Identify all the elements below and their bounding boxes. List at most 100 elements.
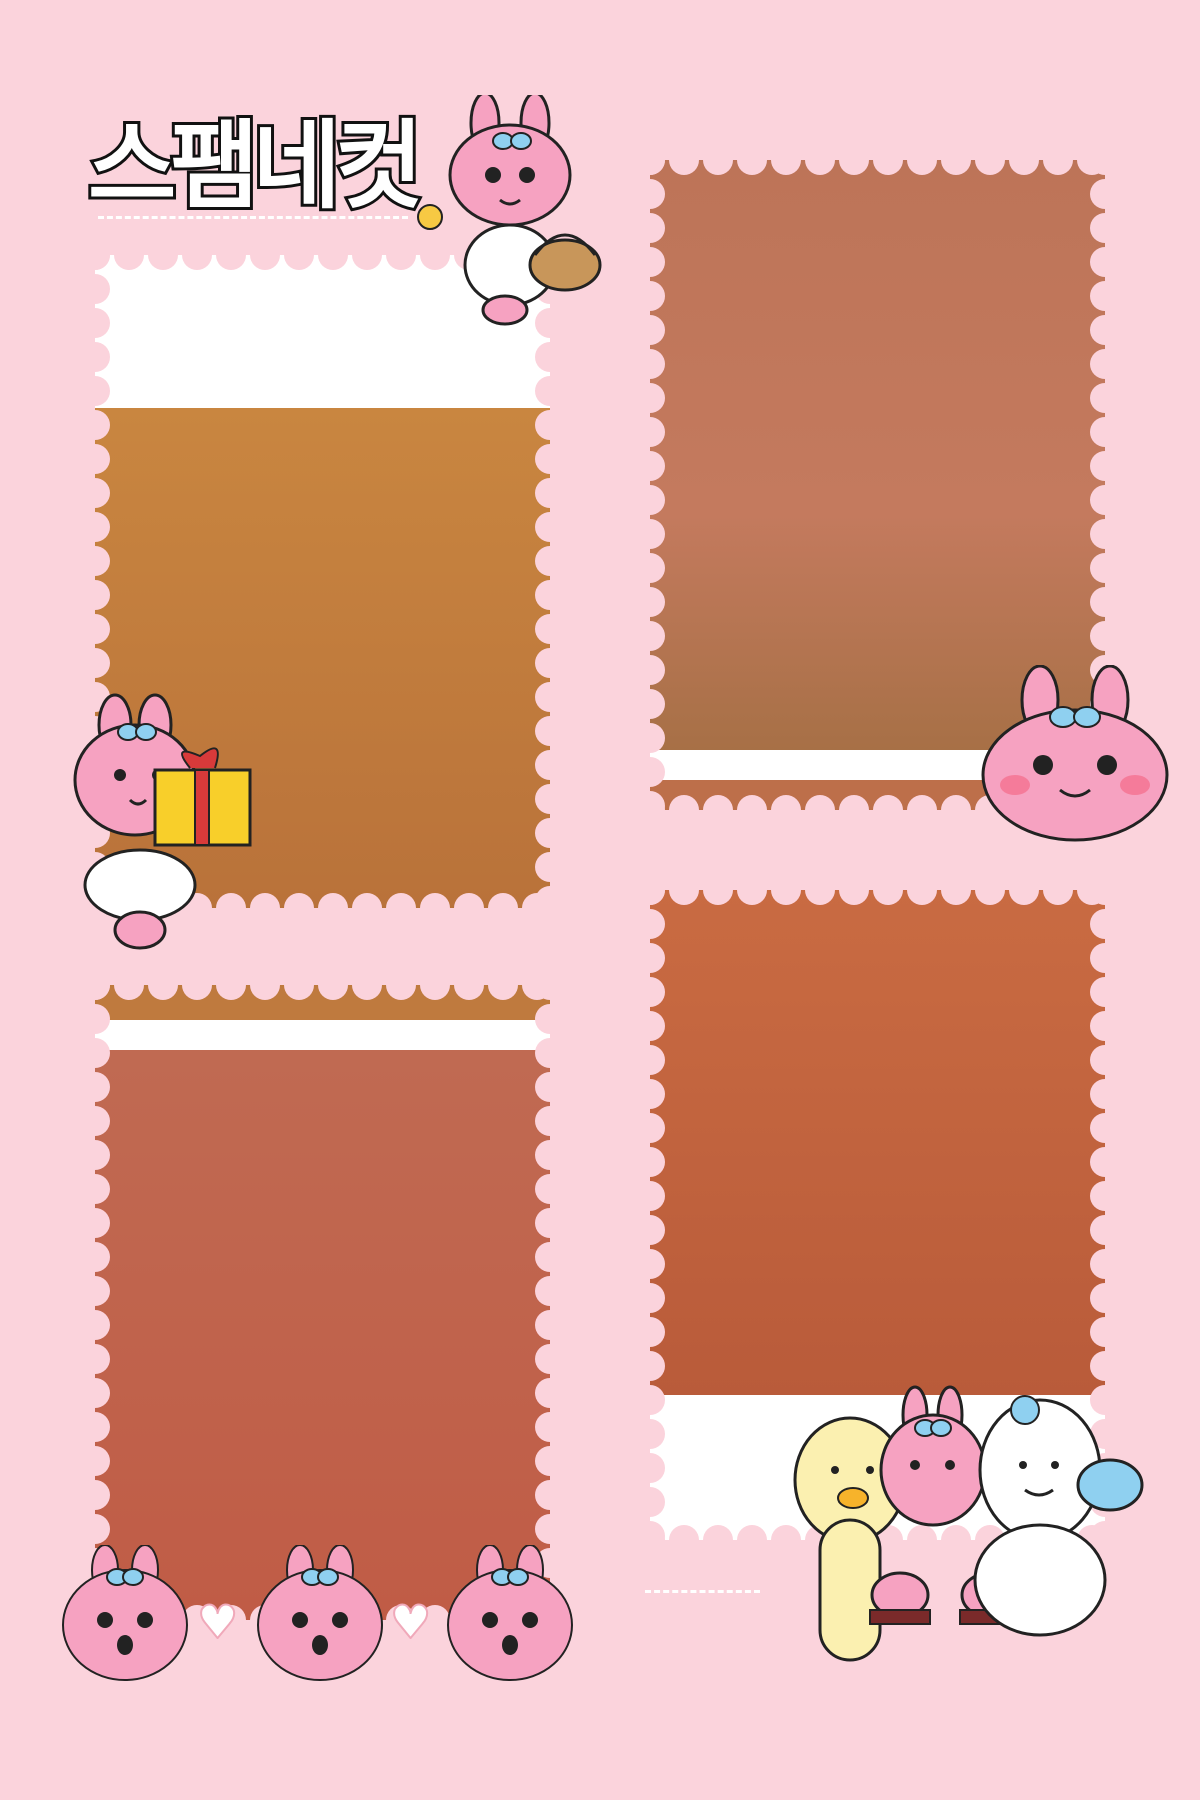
scallop-edge (80, 1446, 110, 1476)
scallop-edge (352, 893, 382, 923)
scallop-edge (148, 240, 178, 270)
scallop-edge (703, 1525, 733, 1555)
scallop-edge (535, 614, 565, 644)
scallop-edge (80, 308, 110, 338)
scallop-edge (635, 1317, 665, 1347)
scallop-edge (635, 1147, 665, 1177)
scallop-edge (535, 512, 565, 542)
scallop-edge (80, 580, 110, 610)
scallop-edge (80, 1140, 110, 1170)
scallop-edge (635, 875, 665, 905)
scallop-edge (535, 1140, 565, 1170)
scallop-edge (635, 1487, 665, 1517)
scallop-edge (80, 342, 110, 372)
bottom-left-stickers: ♥ ♥ (55, 1545, 575, 1695)
scallop-edge (635, 1011, 665, 1041)
scallop-edge (80, 512, 110, 542)
scallop-edge (1090, 519, 1120, 549)
scallop-edge (635, 1385, 665, 1415)
scallop-edge (839, 875, 869, 905)
scallop-edge (1090, 485, 1120, 515)
scallop-edge (216, 240, 246, 270)
scallop-edge (839, 795, 869, 825)
friends-group-icon (793, 1385, 1144, 1662)
scallop-edge (873, 875, 903, 905)
scallop-edge (1090, 621, 1120, 651)
scallop-edge (805, 145, 835, 175)
scallop-edge (737, 875, 767, 905)
scallop-edge (535, 1106, 565, 1136)
scallop-edge (1090, 1147, 1120, 1177)
scallop-edge (535, 682, 565, 712)
scallop-edge (352, 240, 382, 270)
scallop-edge (1090, 349, 1120, 379)
scallop-edge (1090, 213, 1120, 243)
scallop-edge (535, 1242, 565, 1272)
scallop-edge (535, 648, 565, 678)
scallop-edge (1090, 1283, 1120, 1313)
scallop-edge (488, 893, 518, 923)
scallop-edge (535, 1208, 565, 1238)
scallop-edge (1090, 145, 1120, 175)
scallop-edge (737, 1525, 767, 1555)
scallop-edge (454, 893, 484, 923)
scallop-edge (114, 970, 144, 1000)
heart-icon: ♥ (196, 1594, 239, 1650)
scallop-edge (669, 1525, 699, 1555)
scallop-edge (635, 519, 665, 549)
scallop-edge (635, 621, 665, 651)
scallop-edge (216, 970, 246, 1000)
scallop-edge (535, 1344, 565, 1374)
scallop-edge (420, 970, 450, 1000)
scallop-edge (318, 240, 348, 270)
scallop-edge (535, 1276, 565, 1306)
scallop-edge (114, 240, 144, 270)
scallop-edge (80, 1004, 110, 1034)
scallop-edge (1090, 1249, 1120, 1279)
scallop-edge (907, 875, 937, 905)
scallop-edge (535, 1038, 565, 1068)
scallop-edge (635, 689, 665, 719)
scallop-edge (535, 1310, 565, 1340)
scallop-edge (535, 376, 565, 406)
scallop-edge (805, 875, 835, 905)
scallop-edge (535, 852, 565, 882)
scallop-edge (454, 970, 484, 1000)
scallop-edge (975, 145, 1005, 175)
scallop-edge (488, 970, 518, 1000)
scallop-edge (907, 145, 937, 175)
rabbit-with-basket-icon (417, 95, 602, 326)
scallop-edge (80, 376, 110, 406)
scallop-edge (635, 1181, 665, 1211)
scallop-edge (1009, 145, 1039, 175)
scallop-edge (635, 553, 665, 583)
scallop-edge (535, 784, 565, 814)
scallop-edge (1090, 977, 1120, 1007)
photo-frame-3 (95, 985, 550, 1620)
scallop-edge (635, 417, 665, 447)
scallop-edge (1043, 875, 1073, 905)
scallop-edge (535, 1480, 565, 1510)
scallop-edge (535, 444, 565, 474)
scallop-edge (635, 315, 665, 345)
scallop-edge (669, 795, 699, 825)
scallop-edge (635, 1079, 665, 1109)
scallop-edge (941, 795, 971, 825)
scallop-edge (635, 1249, 665, 1279)
scallop-edge (635, 1215, 665, 1245)
scallop-edge (737, 145, 767, 175)
scallop-edge (771, 795, 801, 825)
scallop-edge (80, 410, 110, 440)
scallop-edge (535, 716, 565, 746)
scallop-edge (80, 1276, 110, 1306)
scallop-edge (1090, 281, 1120, 311)
scallop-edge (80, 546, 110, 576)
scallop-edge (148, 970, 178, 1000)
scallop-edge (635, 213, 665, 243)
scallop-edge (703, 795, 733, 825)
scallop-edge (703, 875, 733, 905)
scallop-edge (1043, 145, 1073, 175)
scallop-edge (80, 1480, 110, 1510)
scallop-edge (873, 145, 903, 175)
scallop-edge (80, 1072, 110, 1102)
